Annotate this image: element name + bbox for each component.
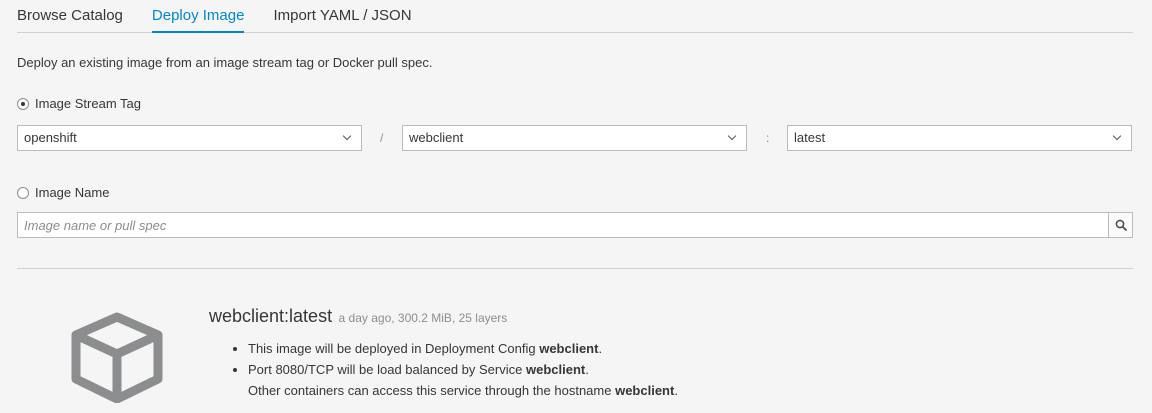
chevron-down-icon — [727, 131, 737, 141]
separator-slash: / — [380, 131, 384, 145]
image-name-input[interactable] — [17, 212, 1108, 238]
namespace-select[interactable]: openshift — [17, 125, 362, 151]
tag-value: latest — [794, 130, 826, 145]
namespace-value: openshift — [24, 130, 77, 145]
search-icon — [1115, 219, 1127, 231]
separator-colon: : — [766, 131, 770, 145]
deployment-config-text: This image will be deployed in Deploymen… — [248, 341, 540, 356]
image-stream-tag-label: Image Stream Tag — [35, 96, 141, 111]
cube-icon — [71, 312, 163, 403]
image-name-option[interactable]: Image Name — [17, 185, 109, 200]
image-title: webclient:latest a day ago, 300.2 MiB, 2… — [209, 306, 507, 327]
search-button[interactable] — [1108, 212, 1133, 238]
tab-browse-catalog[interactable]: Browse Catalog — [17, 0, 123, 32]
punctuation: . — [585, 362, 589, 377]
punctuation: . — [674, 383, 678, 398]
deployment-details: This image will be deployed in Deploymen… — [234, 338, 678, 401]
image-stream-tag-option[interactable]: Image Stream Tag — [17, 96, 141, 111]
image-name-label: Image Name — [35, 185, 110, 200]
section-divider — [17, 268, 1133, 269]
punctuation: . — [598, 341, 603, 356]
chevron-down-icon — [342, 131, 352, 141]
tag-select[interactable]: latest — [787, 125, 1132, 151]
image-stream-select[interactable]: webclient — [402, 125, 747, 151]
image-metadata: a day ago, 300.2 MiB, 25 layers — [338, 311, 508, 325]
image-stream-value: webclient — [409, 130, 464, 145]
image-stream-tag-radio[interactable] — [17, 97, 29, 110]
service-port-text: Port 8080/TCP will be load balanced by S… — [248, 362, 526, 377]
image-name-search — [17, 212, 1133, 238]
hostname-text: Other containers can access this service… — [248, 383, 616, 398]
hostname-value: webclient — [615, 383, 675, 398]
tab-import-yaml-json[interactable]: Import YAML / JSON — [273, 0, 411, 32]
chevron-down-icon — [1112, 131, 1122, 141]
tab-deploy-image[interactable]: Deploy Image — [151, 0, 244, 33]
list-item: Port 8080/TCP will be load balanced by S… — [248, 359, 678, 401]
image-name-radio[interactable] — [17, 186, 29, 199]
tab-bar: Browse Catalog Deploy Image Import YAML … — [17, 0, 1133, 33]
deployment-config-name: webclient — [539, 341, 599, 356]
service-name: webclient — [525, 362, 586, 377]
list-item: This image will be deployed in Deploymen… — [248, 338, 678, 359]
intro-text: Deploy an existing image from an image s… — [17, 55, 433, 70]
image-name-tag: webclient:latest — [209, 306, 333, 326]
